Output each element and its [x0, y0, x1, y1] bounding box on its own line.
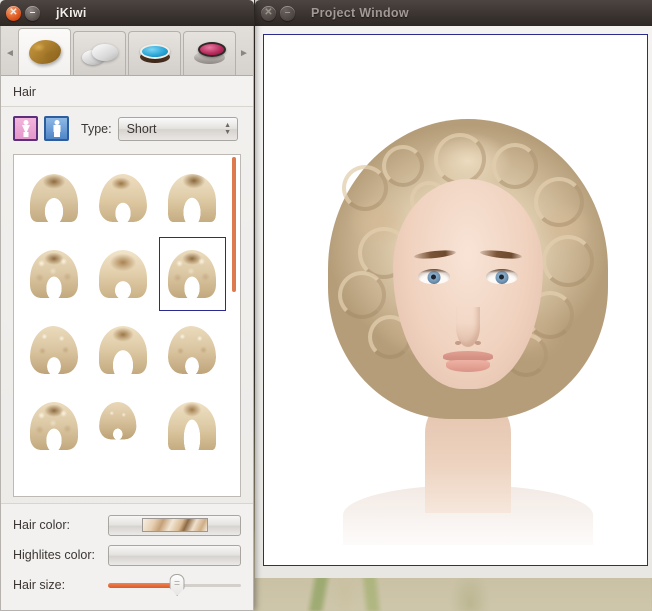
project-window: ✕ – Project Window [255, 0, 652, 578]
spinner-arrows[interactable]: ▲ ▼ [223, 122, 233, 136]
hairstyle-4[interactable] [20, 237, 87, 311]
hairstyle-4-thumbnail [27, 248, 81, 300]
tab-skin[interactable] [73, 31, 126, 75]
hairstyle-scrollbar-thumb[interactable] [232, 157, 236, 292]
hair-size-label: Hair size: [13, 578, 108, 592]
hair-type-select[interactable]: Short ▲ ▼ [118, 117, 238, 141]
jkiwi-window-title: jKiwi [56, 6, 87, 20]
bottom-controls: Hair color: Highlites color: Hair size: [1, 503, 253, 610]
gender-male-button[interactable] [44, 116, 69, 141]
highlites-color-label: Highlites color: [13, 548, 108, 562]
jkiwi-close-button[interactable]: ✕ [6, 6, 21, 21]
highlites-color-row: Highlites color: [13, 540, 241, 570]
close-icon: ✕ [261, 6, 276, 21]
panel-title: Hair [1, 76, 253, 107]
hair-size-slider[interactable] [108, 575, 241, 595]
hairstyle-list[interactable] [13, 154, 241, 497]
hairstyle-9-thumbnail [165, 324, 219, 376]
hairstyle-1-thumbnail [27, 172, 81, 224]
hairstyle-7-thumbnail [27, 324, 81, 376]
hairstyle-10[interactable] [20, 389, 87, 463]
jkiwi-window: ✕ – jKiwi ◄ [0, 0, 254, 611]
tab-eyes[interactable] [128, 31, 181, 75]
project-window-body [255, 26, 652, 578]
hairstyle-7[interactable] [20, 313, 87, 387]
project-close-button[interactable]: ✕ [261, 6, 276, 21]
spinner-up-icon[interactable]: ▲ [224, 122, 231, 129]
jkiwi-titlebar[interactable]: ✕ – jKiwi [0, 0, 254, 26]
slider-thumb[interactable] [170, 574, 185, 596]
project-minimize-button[interactable]: – [280, 6, 295, 21]
tab-lips[interactable] [183, 31, 236, 75]
female-icon [21, 120, 30, 137]
hairstyle-6-thumbnail [165, 248, 219, 300]
tab-hair[interactable] [18, 28, 71, 75]
blue-compact-icon [135, 39, 175, 69]
hairstyle-12[interactable] [159, 389, 226, 463]
hairstyle-10-thumbnail [27, 400, 81, 452]
portrait-canvas[interactable] [263, 34, 648, 566]
portrait-lips [443, 351, 493, 373]
close-icon: ✕ [6, 6, 21, 21]
white-compact-icon [80, 39, 120, 69]
hairstyle-8[interactable] [89, 313, 156, 387]
hair-color-button[interactable] [108, 515, 241, 536]
hairstyle-scrollbar[interactable] [229, 157, 238, 494]
hair-size-row: Hair size: [13, 570, 241, 600]
hair-color-label: Hair color: [13, 518, 108, 532]
tab-next-arrow[interactable]: ► [237, 31, 251, 75]
hairstyle-11[interactable] [89, 389, 156, 463]
hairstyle-9[interactable] [159, 313, 226, 387]
hairstyle-8-thumbnail [96, 324, 150, 376]
hairstyle-1[interactable] [20, 161, 87, 235]
highlites-color-button[interactable] [108, 545, 241, 566]
hair-type-value: Short [127, 122, 223, 136]
screen: ✕ – Project Window [0, 0, 652, 611]
hairstyle-2-thumbnail [96, 172, 150, 224]
hair-color-row: Hair color: [13, 510, 241, 540]
hair-icon [25, 37, 65, 67]
male-icon [52, 120, 61, 137]
spinner-down-icon[interactable]: ▼ [224, 129, 231, 136]
type-label: Type: [81, 122, 112, 136]
hairstyle-5[interactable] [89, 237, 156, 311]
type-row: Type: Short ▲ ▼ [1, 107, 253, 150]
hairstyle-6[interactable] [159, 237, 226, 311]
hairstyle-3-thumbnail [165, 172, 219, 224]
jkiwi-minimize-button[interactable]: – [25, 6, 40, 21]
project-window-titlebar[interactable]: ✕ – Project Window [255, 0, 652, 26]
hairstyle-5-thumbnail [96, 248, 150, 300]
portrait-nose [456, 307, 480, 347]
hairstyle-12-thumbnail [165, 400, 219, 452]
pink-compact-icon [190, 39, 230, 69]
portrait-figure [318, 93, 618, 513]
hair-color-swatch [142, 518, 208, 532]
jkiwi-body: ◄ [0, 26, 254, 611]
hairstyle-11-thumbnail [96, 400, 150, 452]
portrait-eye-left [418, 269, 450, 284]
minimize-icon: – [280, 6, 295, 21]
portrait-eyebrow-right [479, 249, 522, 260]
project-window-title: Project Window [311, 6, 409, 20]
portrait-eyebrow-left [413, 249, 456, 260]
tab-prev-arrow[interactable]: ◄ [3, 31, 17, 75]
gender-female-button[interactable] [13, 116, 38, 141]
minimize-icon: – [25, 6, 40, 21]
hairstyle-3[interactable] [159, 161, 226, 235]
portrait-eye-right [486, 269, 518, 284]
hairstyle-grid [14, 155, 240, 496]
tab-strip: ◄ [1, 26, 253, 76]
slider-fill [108, 583, 177, 588]
hairstyle-2[interactable] [89, 161, 156, 235]
